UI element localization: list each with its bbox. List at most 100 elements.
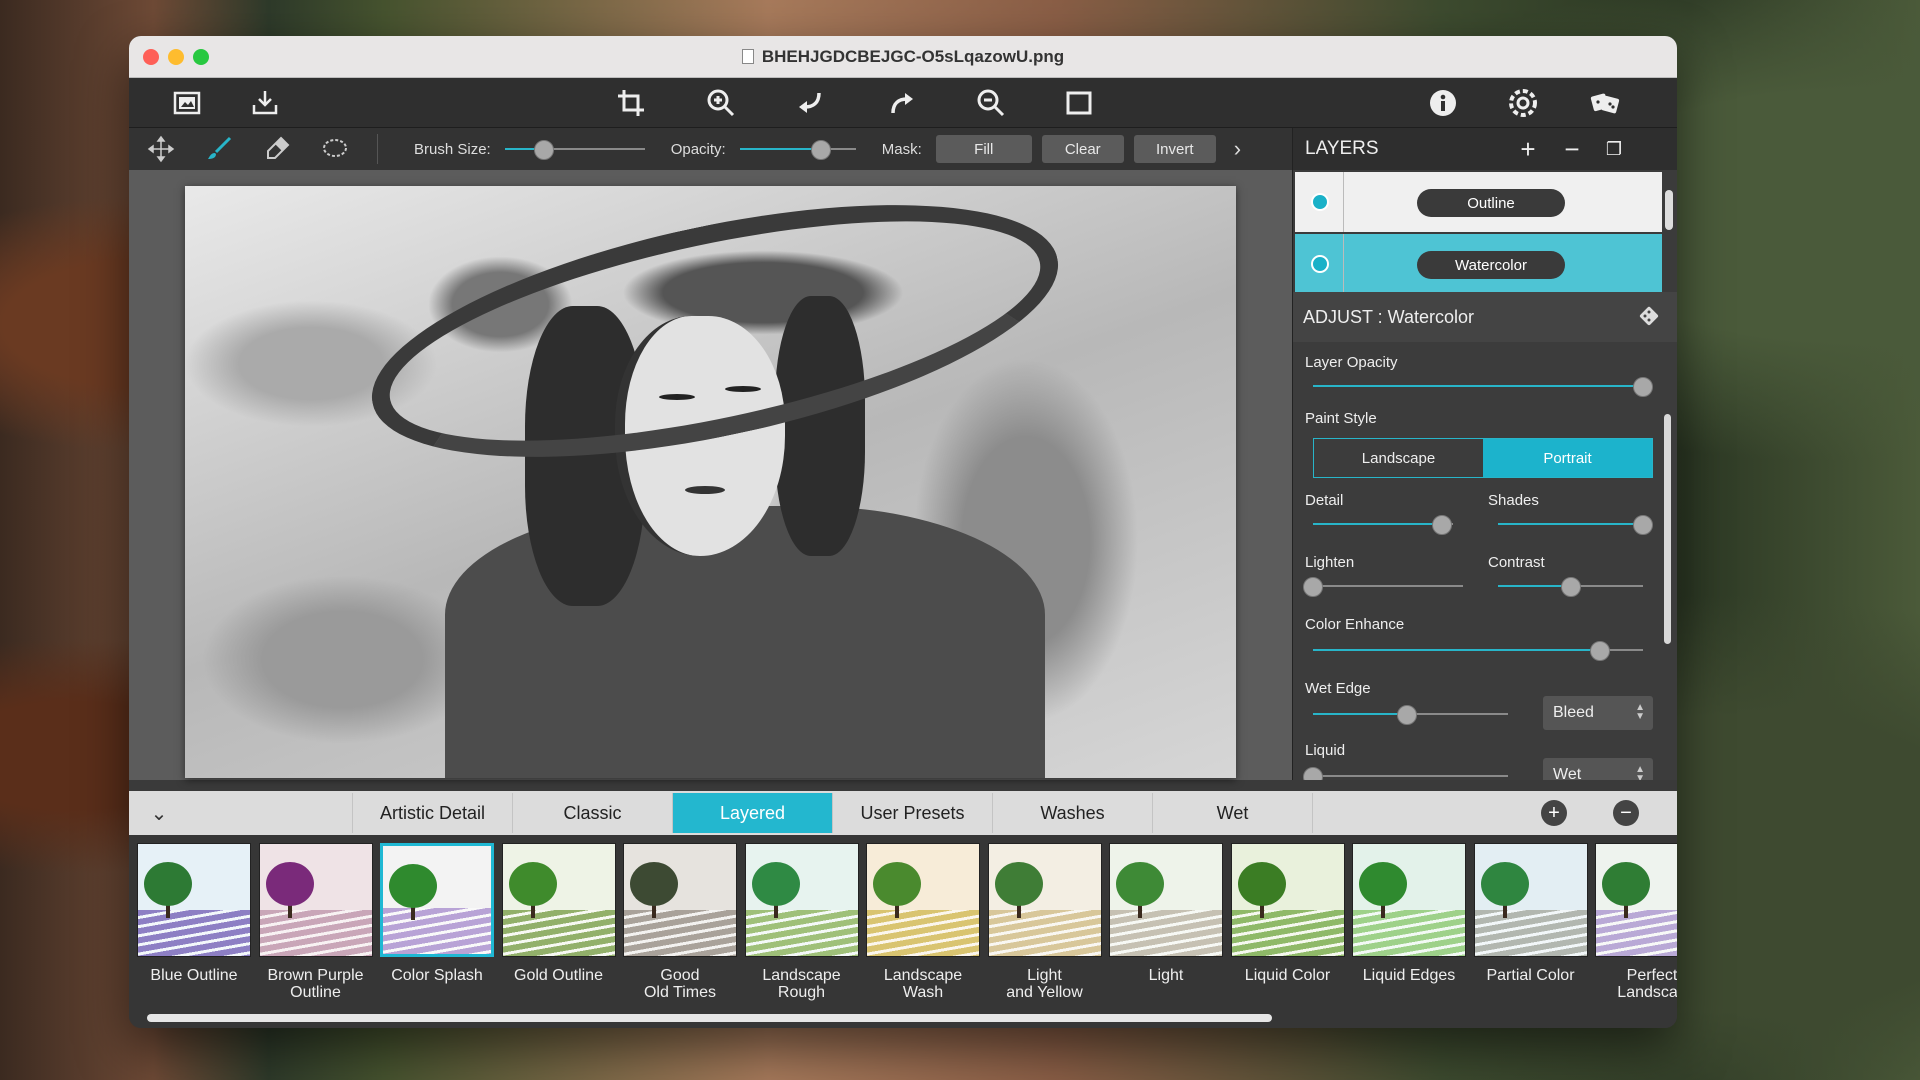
duplicate-layer-icon[interactable]: ❐	[1599, 134, 1629, 164]
layer-visibility-dot[interactable]	[1311, 255, 1329, 273]
fit-screen-icon[interactable]	[1059, 86, 1099, 120]
paint-style-portrait[interactable]: Portrait	[1483, 439, 1652, 477]
lasso-tool-icon[interactable]	[315, 131, 355, 167]
layer-row-watercolor[interactable]: Watercolor	[1295, 234, 1662, 294]
wet-edge-slider[interactable]	[1313, 704, 1508, 725]
remove-preset-icon[interactable]: −	[1613, 800, 1639, 826]
preset-thumbnail[interactable]	[1230, 843, 1345, 957]
preset-item[interactable]: Light and Yellow	[987, 843, 1102, 1001]
open-image-icon[interactable]	[167, 86, 207, 120]
preset-item[interactable]: Good Old Times	[623, 843, 737, 1001]
preset-item[interactable]: Brown Purple Outline	[258, 843, 373, 1001]
redo-icon[interactable]	[881, 86, 921, 120]
preset-item[interactable]: Liquid Edges	[1352, 843, 1466, 984]
preset-item[interactable]: Partial Color	[1473, 843, 1588, 984]
lighten-slider[interactable]	[1303, 576, 1463, 597]
layers-scrollbar[interactable]	[1665, 190, 1673, 230]
lighten-knob[interactable]	[1303, 577, 1323, 597]
liquid-mode-select[interactable]: Wet ▲ ▼	[1543, 758, 1653, 780]
zoom-out-icon[interactable]	[971, 86, 1011, 120]
preset-thumbnail[interactable]	[1352, 843, 1466, 957]
preset-thumbnail[interactable]	[380, 843, 494, 957]
contrast-knob[interactable]	[1560, 577, 1581, 597]
add-preset-icon[interactable]: +	[1541, 800, 1567, 826]
preset-item[interactable]: Perfect Landscap	[1595, 843, 1677, 1001]
preset-scrollbar[interactable]	[147, 1014, 1272, 1022]
tab-wet[interactable]: Wet	[1153, 793, 1313, 833]
adjust-panel-header: ADJUST : Watercolor	[1292, 292, 1677, 342]
preset-item[interactable]: Liquid Color	[1230, 843, 1345, 984]
layer-name-watercolor: Watercolor	[1417, 251, 1565, 279]
preset-thumbnail[interactable]	[1473, 843, 1588, 957]
color-enhance-label: Color Enhance	[1305, 616, 1405, 633]
liquid-slider[interactable]	[1303, 766, 1508, 780]
tab-washes[interactable]: Washes	[993, 793, 1153, 833]
preset-thumbnail[interactable]	[1109, 843, 1223, 957]
crop-icon[interactable]	[611, 86, 651, 120]
layers-list: Outline Watercolor	[1292, 170, 1677, 294]
wet-edge-knob[interactable]	[1396, 705, 1417, 725]
randomize-adjust-icon[interactable]	[1637, 304, 1661, 333]
close-window-button[interactable]	[143, 49, 159, 65]
wet-edge-mode-select[interactable]: Bleed ▲ ▼	[1543, 696, 1653, 730]
preset-item[interactable]: Landscape Rough	[744, 843, 859, 1001]
eraser-tool-icon[interactable]	[257, 131, 297, 167]
preset-item[interactable]: Blue Outline	[137, 843, 251, 984]
brush-tool-icon[interactable]	[199, 131, 239, 167]
detail-knob[interactable]	[1431, 515, 1452, 535]
preset-label: Good Old Times	[643, 967, 716, 1001]
contrast-slider[interactable]	[1498, 576, 1643, 597]
mask-clear-button[interactable]: Clear	[1041, 135, 1124, 163]
tab-classic[interactable]: Classic	[513, 793, 673, 833]
shades-slider[interactable]	[1498, 514, 1653, 535]
minimize-window-button[interactable]	[168, 49, 184, 65]
preset-item[interactable]: Gold Outline	[501, 843, 616, 984]
mask-fill-button[interactable]: Fill	[935, 135, 1032, 163]
canvas-area[interactable]	[129, 155, 1292, 780]
adjust-scrollbar[interactable]	[1664, 414, 1671, 644]
layer-opacity-slider[interactable]	[1313, 376, 1653, 397]
color-enhance-slider[interactable]	[1313, 640, 1643, 661]
chevron-right-icon[interactable]: ›	[1234, 136, 1241, 162]
export-icon[interactable]	[245, 86, 285, 120]
preset-thumbnail[interactable]	[137, 843, 251, 957]
tab-artistic-detail[interactable]: Artistic Detail	[353, 793, 513, 833]
layer-opacity-knob[interactable]	[1633, 377, 1653, 397]
preset-thumbnail[interactable]	[744, 843, 859, 957]
liquid-knob[interactable]	[1303, 767, 1323, 780]
settings-icon[interactable]	[1503, 86, 1543, 120]
preset-thumbnail[interactable]	[1595, 843, 1677, 957]
preset-thumbnail[interactable]	[987, 843, 1102, 957]
opacity-slider[interactable]	[739, 139, 856, 160]
preset-thumbnail[interactable]	[501, 843, 616, 957]
undo-icon[interactable]	[791, 86, 831, 120]
add-layer-icon[interactable]: +	[1513, 134, 1543, 164]
layer-row-outline[interactable]: Outline	[1295, 172, 1662, 232]
color-enhance-knob[interactable]	[1590, 641, 1611, 661]
move-tool-icon[interactable]	[141, 131, 181, 167]
zoom-in-icon[interactable]	[701, 86, 741, 120]
remove-layer-icon[interactable]: −	[1557, 134, 1587, 164]
tab-layered[interactable]: Layered	[673, 793, 833, 833]
tab-user-presets[interactable]: User Presets	[833, 793, 993, 833]
randomize-dice-icon[interactable]	[1585, 86, 1625, 120]
shades-knob[interactable]	[1633, 515, 1653, 535]
preset-thumbnail[interactable]	[866, 843, 980, 957]
preset-item[interactable]: Color Splash	[380, 843, 494, 984]
collapse-chevron-icon[interactable]: ⌄	[129, 801, 189, 826]
brush-size-knob[interactable]	[533, 140, 554, 160]
zoom-window-button[interactable]	[193, 49, 209, 65]
lighten-label: Lighten	[1305, 554, 1355, 571]
paint-style-landscape[interactable]: Landscape	[1314, 439, 1483, 477]
watercolor-artwork[interactable]	[185, 155, 1236, 778]
preset-item[interactable]: Landscape Wash	[866, 843, 980, 1001]
preset-item[interactable]: Light	[1109, 843, 1223, 984]
preset-thumbnail[interactable]	[258, 843, 373, 957]
layer-visibility-dot[interactable]	[1311, 193, 1329, 211]
detail-slider[interactable]	[1313, 514, 1453, 535]
brush-size-slider[interactable]	[504, 139, 645, 160]
info-icon[interactable]	[1423, 86, 1463, 120]
mask-invert-button[interactable]: Invert	[1133, 135, 1216, 163]
opacity-knob[interactable]	[810, 140, 831, 160]
preset-thumbnail[interactable]	[623, 843, 737, 957]
